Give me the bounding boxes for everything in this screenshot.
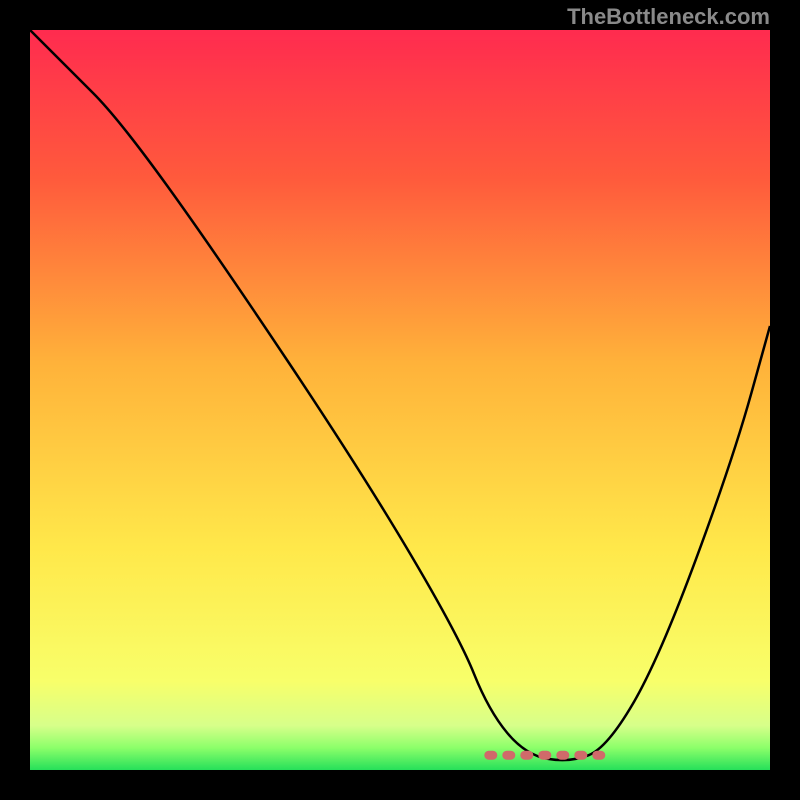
watermark-text: TheBottleneck.com [567, 4, 770, 30]
plot-area [30, 30, 770, 770]
chart-frame: TheBottleneck.com [0, 0, 800, 800]
bottleneck-curve [30, 30, 770, 760]
curve-layer [30, 30, 770, 770]
